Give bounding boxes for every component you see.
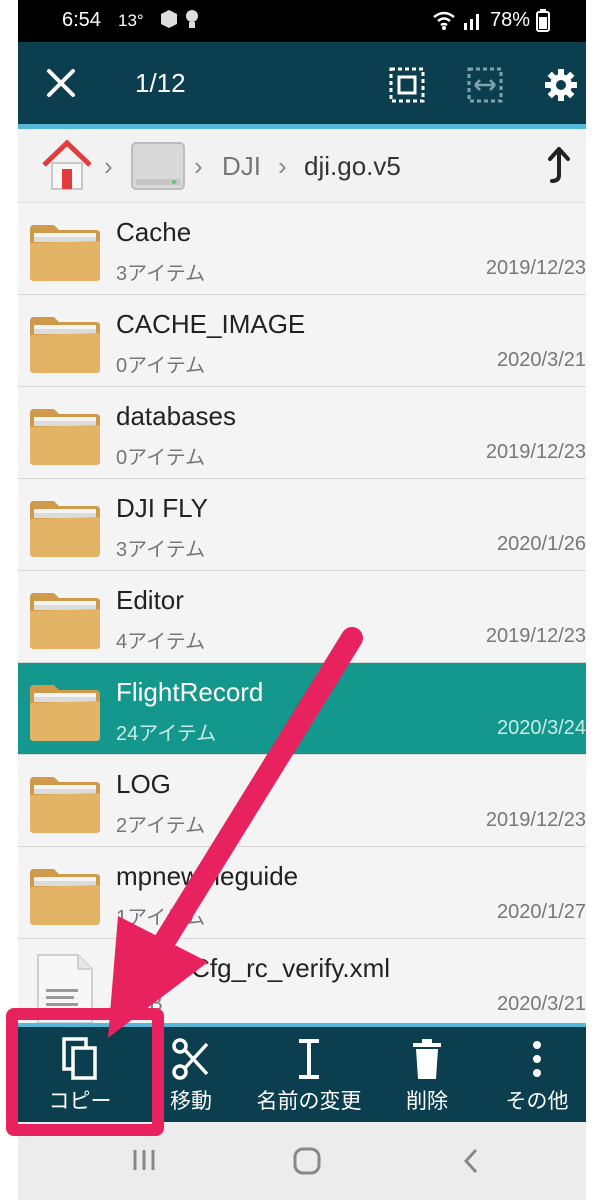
close-icon[interactable] bbox=[44, 66, 78, 100]
file-date: 2020/3/21 bbox=[497, 349, 586, 371]
home-icon[interactable] bbox=[40, 139, 94, 191]
breadcrumb-chevron-icon: › bbox=[194, 151, 203, 181]
file-item-count: 3アイテム bbox=[116, 263, 206, 285]
file-row[interactable]: LOG 2アイテム 2019/12/23 bbox=[18, 755, 586, 847]
breadcrumb-chevron-icon: › bbox=[278, 151, 287, 181]
file-item-count: 0アイテム bbox=[116, 447, 206, 469]
battery-icon bbox=[536, 9, 550, 32]
back-icon[interactable] bbox=[460, 1146, 482, 1176]
home-nav-icon[interactable] bbox=[292, 1146, 322, 1176]
file-row[interactable]: DJI FLY 3アイテム 2020/1/26 bbox=[18, 479, 586, 571]
file-date: 2020/3/21 bbox=[497, 993, 586, 1015]
file-row[interactable]: FlightRecord 24アイテム 2020/3/24 bbox=[18, 663, 586, 755]
file-date: 2019/12/23 bbox=[485, 809, 586, 831]
recent-apps-icon[interactable] bbox=[130, 1146, 158, 1174]
storage-drive-icon[interactable] bbox=[130, 141, 186, 191]
file-date: 2019/12/23 bbox=[485, 441, 586, 463]
file-name: Editor bbox=[116, 585, 184, 615]
breadcrumb-current: dji.go.v5 bbox=[304, 151, 401, 181]
move-label: 移動 bbox=[170, 1090, 212, 1113]
file-row[interactable]: CACHE_IMAGE 0アイテム 2020/3/21 bbox=[18, 295, 586, 387]
folder-icon bbox=[30, 777, 100, 833]
file-date: 2020/3/24 bbox=[497, 717, 586, 739]
folder-icon bbox=[30, 501, 100, 557]
folder-icon bbox=[30, 225, 100, 281]
file-item-count: 4アイテム bbox=[116, 631, 206, 653]
up-level-arrow-icon[interactable] bbox=[546, 145, 572, 185]
file-name: CACHE_IMAGE bbox=[116, 309, 306, 339]
folder-icon bbox=[30, 869, 100, 925]
document-icon bbox=[37, 954, 93, 1024]
text-cursor-icon bbox=[299, 1039, 319, 1079]
system-navigation-bar bbox=[18, 1122, 586, 1200]
wifi-icon bbox=[433, 11, 455, 30]
bottom-action-bar: コピー 移動 名前の変更 削除 その他 bbox=[18, 1027, 586, 1122]
more-vertical-icon bbox=[533, 1041, 541, 1077]
rename-button[interactable]: 名前の変更 bbox=[246, 1027, 372, 1122]
copy-label: コピー bbox=[48, 1090, 112, 1113]
rename-label: 名前の変更 bbox=[256, 1090, 362, 1113]
file-name: databases bbox=[116, 401, 236, 431]
file-date: 2020/1/27 bbox=[497, 901, 586, 923]
file-row[interactable]: mpnewbieguide 1アイテム 2020/1/27 bbox=[18, 847, 586, 939]
more-button[interactable]: その他 bbox=[488, 1027, 586, 1122]
file-row[interactable]: deviceCfg_rc_verify.xml 7.3 B 2020/3/21 bbox=[18, 939, 586, 1031]
signal-icon bbox=[463, 14, 479, 30]
selection-toolbar: 1/12 bbox=[18, 42, 586, 128]
file-item-count: 7.3 B bbox=[116, 993, 163, 1015]
move-button[interactable]: 移動 bbox=[146, 1027, 236, 1122]
more-label: その他 bbox=[505, 1090, 569, 1113]
file-row[interactable]: Cache 3アイテム 2019/12/23 bbox=[18, 203, 586, 295]
battery-percent: 78% bbox=[489, 8, 530, 31]
folder-icon bbox=[30, 317, 100, 373]
delete-label: 削除 bbox=[406, 1090, 448, 1113]
file-item-count: 24アイテム bbox=[116, 723, 217, 745]
trash-icon bbox=[413, 1039, 441, 1079]
file-name: deviceCfg_rc_verify.xml bbox=[116, 953, 391, 983]
file-name: DJI FLY bbox=[116, 493, 208, 523]
breadcrumb-folder[interactable]: DJI bbox=[222, 151, 261, 182]
folder-icon bbox=[30, 593, 100, 649]
file-date: 2020/1/26 bbox=[497, 533, 586, 555]
file-name: mpnewbieguide bbox=[116, 861, 299, 891]
app-notification-icon bbox=[161, 10, 177, 28]
settings-gear-icon[interactable] bbox=[542, 66, 580, 104]
status-bar: 6:54 13° 78% bbox=[18, 0, 586, 42]
copy-button[interactable]: コピー bbox=[26, 1027, 134, 1122]
folder-icon bbox=[30, 409, 100, 465]
file-name: Cache bbox=[116, 217, 192, 247]
delete-button[interactable]: 削除 bbox=[382, 1027, 472, 1122]
file-row[interactable]: databases 0アイテム 2019/12/23 bbox=[18, 387, 586, 479]
copy-icon bbox=[62, 1037, 97, 1080]
status-temperature: 13° bbox=[118, 11, 144, 30]
select-range-icon[interactable] bbox=[466, 66, 504, 104]
file-item-count: 3アイテム bbox=[116, 539, 206, 561]
scissors-icon bbox=[172, 1038, 209, 1080]
file-item-count: 0アイテム bbox=[116, 355, 206, 377]
status-time: 6:54 bbox=[62, 9, 101, 31]
file-item-count: 1アイテム bbox=[116, 907, 206, 929]
folder-icon bbox=[30, 685, 100, 741]
file-name: LOG bbox=[116, 769, 171, 799]
file-manager-screen: 6:54 13° 78% 1/12 › › DJI › dji.go.v5 Ca… bbox=[18, 0, 586, 1200]
breadcrumb: › › DJI › dji.go.v5 bbox=[18, 129, 586, 203]
select-all-icon[interactable] bbox=[388, 66, 426, 104]
file-name: FlightRecord bbox=[116, 677, 264, 707]
file-row[interactable]: Editor 4アイテム 2019/12/23 bbox=[18, 571, 586, 663]
lightbulb-icon bbox=[186, 10, 198, 28]
file-item-count: 2アイテム bbox=[116, 815, 206, 837]
file-date: 2019/12/23 bbox=[485, 257, 586, 279]
file-list: Cache 3アイテム 2019/12/23 CACHE_IMAGE 0アイテム 2020… bbox=[18, 203, 586, 1031]
selection-count: 1/12 bbox=[135, 68, 186, 98]
breadcrumb-chevron-icon: › bbox=[104, 151, 113, 181]
file-date: 2019/12/23 bbox=[485, 625, 586, 647]
